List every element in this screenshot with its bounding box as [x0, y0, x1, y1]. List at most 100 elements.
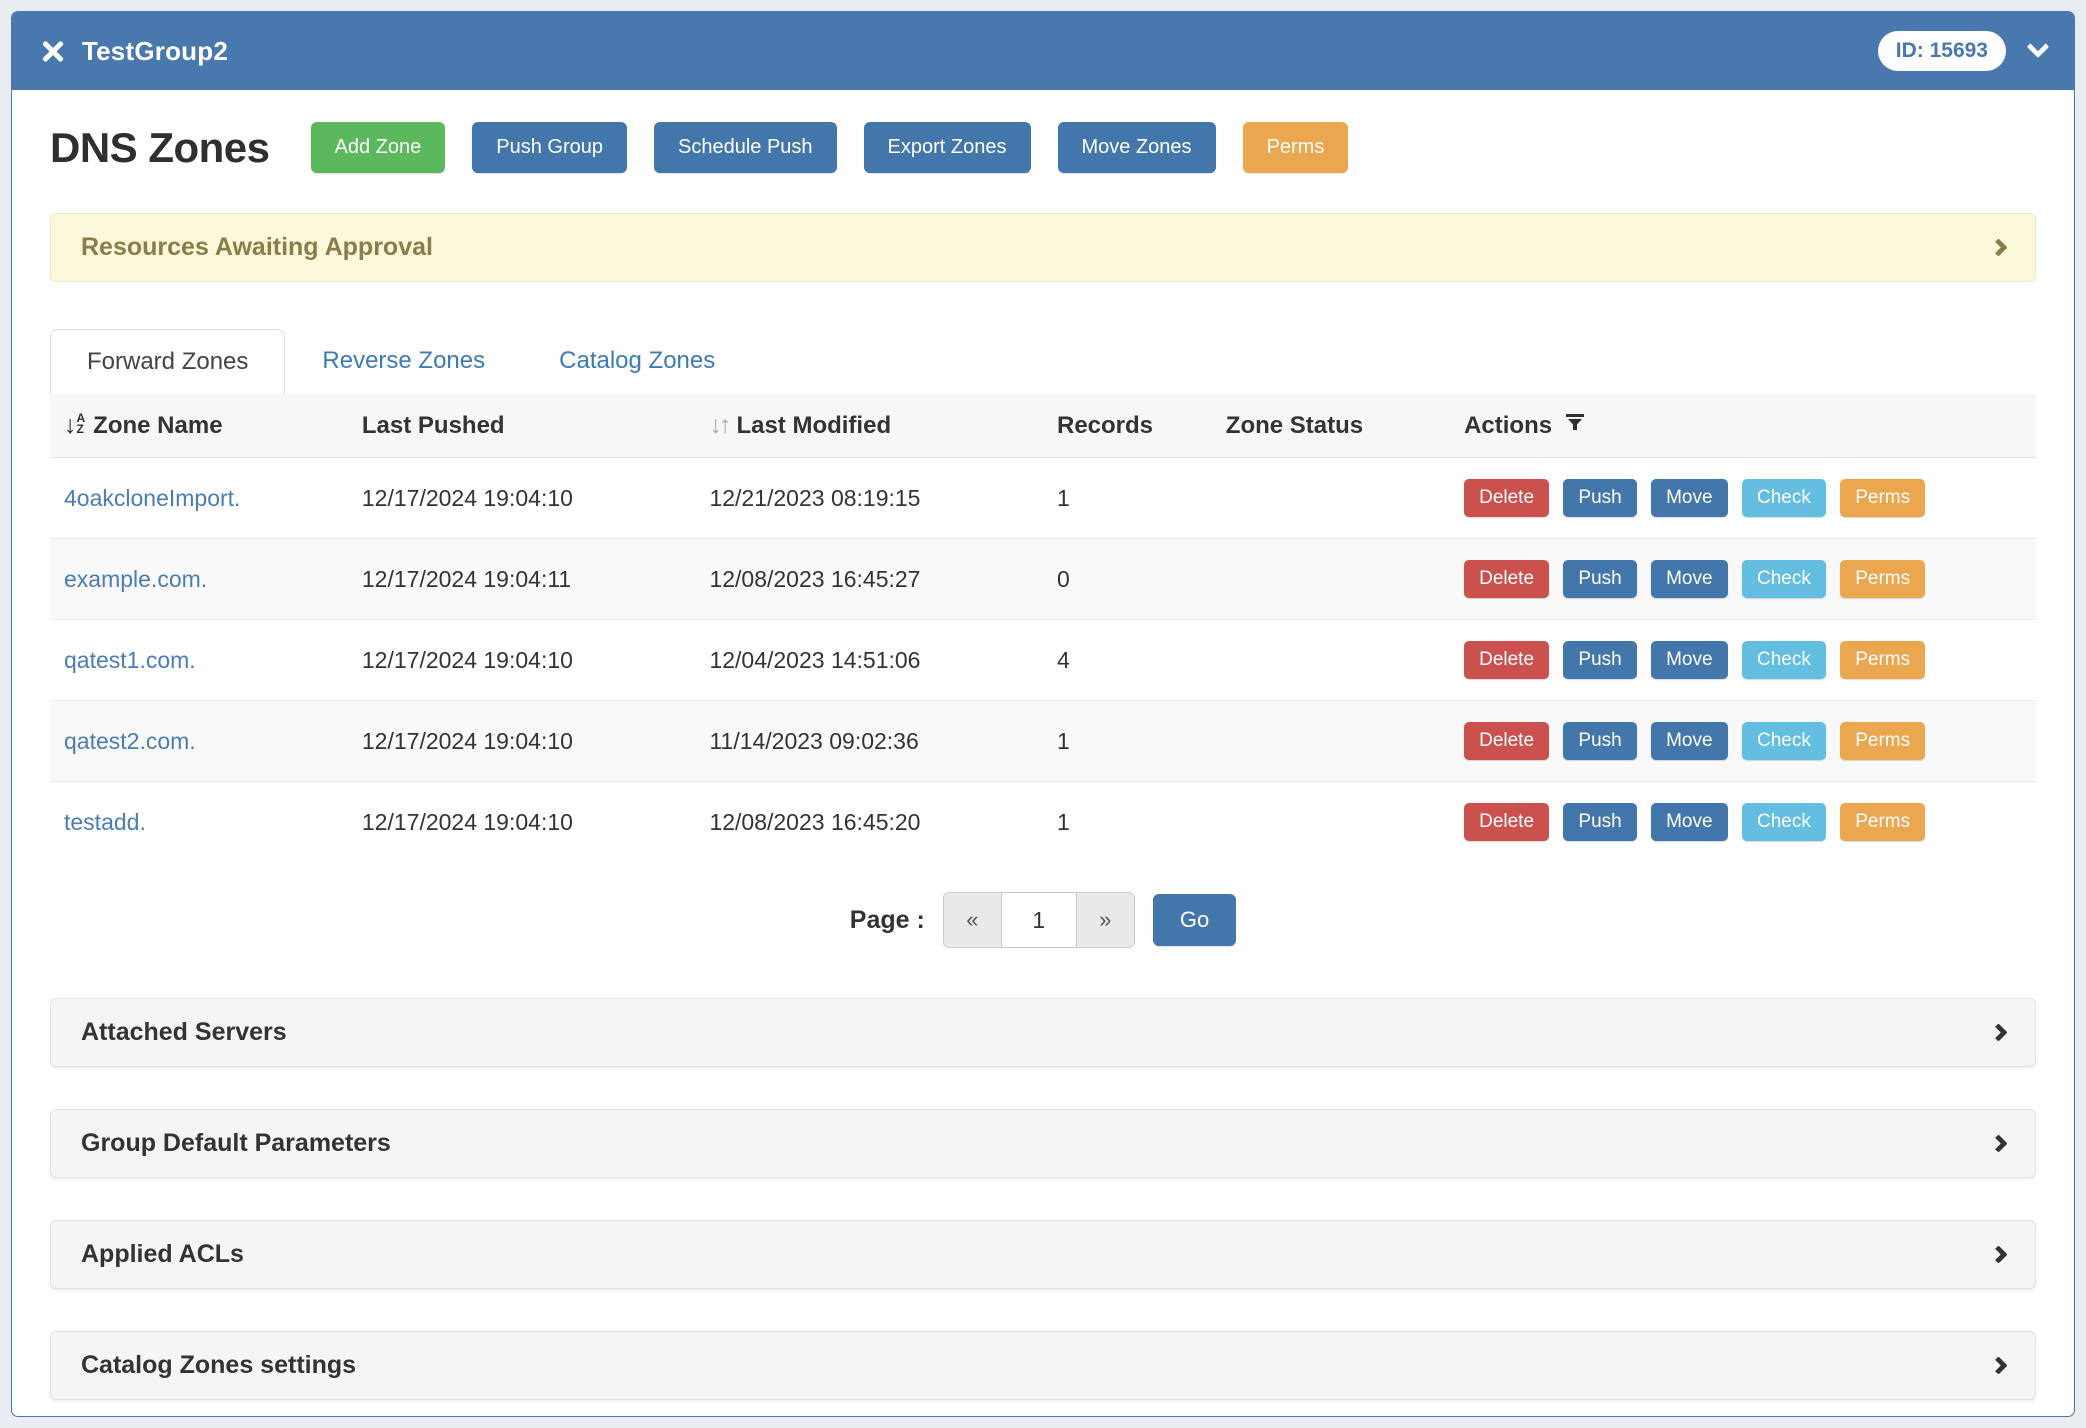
actions-cell: Delete Push Move Check Perms	[1450, 539, 2036, 620]
last-pushed-cell: 12/17/2024 19:04:10	[348, 620, 696, 701]
sort-updown-icon[interactable]	[709, 411, 728, 440]
column-header-zone-status: Zone Status	[1212, 394, 1450, 458]
tab-forward-zones[interactable]: Forward Zones	[50, 329, 285, 394]
column-header-records: Records	[1043, 394, 1212, 458]
banner-label: Resources Awaiting Approval	[81, 233, 433, 262]
actions-cell: Delete Push Move Check Perms	[1450, 620, 2036, 701]
resources-awaiting-approval-panel[interactable]: Resources Awaiting Approval	[50, 213, 2036, 282]
delete-button[interactable]: Delete	[1464, 560, 1549, 598]
perms-button[interactable]: Perms	[1840, 722, 1925, 760]
zone-status-cell	[1212, 782, 1450, 863]
attached-servers-panel[interactable]: Attached Servers	[50, 998, 2036, 1067]
push-button[interactable]: Push	[1563, 560, 1636, 598]
last-pushed-cell: 12/17/2024 19:04:11	[348, 539, 696, 620]
move-button[interactable]: Move	[1651, 560, 1727, 598]
move-button[interactable]: Move	[1651, 722, 1727, 760]
panel-label: Attached Servers	[81, 1018, 287, 1047]
chevron-right-icon	[1989, 238, 2007, 256]
toolbar: DNS Zones Add Zone Push Group Schedule P…	[50, 122, 2036, 173]
zone-name-link[interactable]: testadd.	[64, 809, 146, 835]
last-modified-cell: 12/04/2023 14:51:06	[695, 620, 1043, 701]
close-icon[interactable]	[40, 38, 66, 64]
panel-label: Catalog Zones settings	[81, 1351, 356, 1380]
group-card: TestGroup2 ID: 15693 DNS Zones Add Zone …	[11, 11, 2075, 1417]
zone-status-cell	[1212, 701, 1450, 782]
chevron-down-icon[interactable]	[2027, 35, 2050, 58]
zone-status-cell	[1212, 458, 1450, 539]
zone-status-cell	[1212, 539, 1450, 620]
table-header-row: Zone Name Last Pushed Last Modified Reco…	[50, 394, 2036, 458]
perms-button[interactable]: Perms	[1243, 122, 1349, 173]
schedule-push-button[interactable]: Schedule Push	[654, 122, 837, 173]
last-pushed-cell: 12/17/2024 19:04:10	[348, 782, 696, 863]
delete-button[interactable]: Delete	[1464, 722, 1549, 760]
next-page-button[interactable]: »	[1076, 893, 1134, 947]
move-button[interactable]: Move	[1651, 479, 1727, 517]
check-button[interactable]: Check	[1742, 641, 1826, 679]
push-button[interactable]: Push	[1563, 803, 1636, 841]
catalog-zones-settings-panel[interactable]: Catalog Zones settings	[50, 1331, 2036, 1400]
column-header-zone-name[interactable]: Zone Name	[50, 394, 348, 458]
chevron-right-icon	[1989, 1356, 2007, 1374]
page-number-input[interactable]	[1002, 893, 1076, 947]
check-button[interactable]: Check	[1742, 560, 1826, 598]
tab-catalog-zones[interactable]: Catalog Zones	[522, 328, 752, 394]
actions-cell: Delete Push Move Check Perms	[1450, 458, 2036, 539]
records-cell: 1	[1043, 782, 1212, 863]
last-pushed-cell: 12/17/2024 19:04:10	[348, 701, 696, 782]
check-button[interactable]: Check	[1742, 479, 1826, 517]
sort-alpha-icon[interactable]	[64, 411, 85, 440]
check-button[interactable]: Check	[1742, 722, 1826, 760]
go-button[interactable]: Go	[1153, 894, 1236, 946]
last-pushed-cell: 12/17/2024 19:04:10	[348, 458, 696, 539]
perms-button[interactable]: Perms	[1840, 560, 1925, 598]
delete-button[interactable]: Delete	[1464, 803, 1549, 841]
zone-tabs: Forward Zones Reverse Zones Catalog Zone…	[50, 328, 2036, 394]
move-button[interactable]: Move	[1651, 803, 1727, 841]
page-title: DNS Zones	[50, 124, 270, 172]
records-cell: 0	[1043, 539, 1212, 620]
move-zones-button[interactable]: Move Zones	[1058, 122, 1216, 173]
records-cell: 4	[1043, 620, 1212, 701]
id-badge: ID: 15693	[1878, 31, 2006, 71]
delete-button[interactable]: Delete	[1464, 479, 1549, 517]
zones-table: Zone Name Last Pushed Last Modified Reco…	[50, 394, 2036, 862]
column-header-last-pushed: Last Pushed	[348, 394, 696, 458]
table-row: 4oakcloneImport. 12/17/2024 19:04:10 12/…	[50, 458, 2036, 539]
applied-acls-panel[interactable]: Applied ACLs	[50, 1220, 2036, 1289]
push-button[interactable]: Push	[1563, 722, 1636, 760]
last-modified-cell: 11/14/2023 09:02:36	[695, 701, 1043, 782]
prev-page-button[interactable]: «	[944, 893, 1002, 947]
records-cell: 1	[1043, 458, 1212, 539]
column-header-actions: Actions	[1450, 394, 2036, 458]
page-label: Page :	[850, 906, 925, 935]
zone-name-link[interactable]: qatest2.com.	[64, 728, 196, 754]
check-button[interactable]: Check	[1742, 803, 1826, 841]
perms-button[interactable]: Perms	[1840, 479, 1925, 517]
zone-name-link[interactable]: example.com.	[64, 566, 207, 592]
perms-button[interactable]: Perms	[1840, 803, 1925, 841]
records-cell: 1	[1043, 701, 1212, 782]
table-row: qatest2.com. 12/17/2024 19:04:10 11/14/2…	[50, 701, 2036, 782]
table-row: example.com. 12/17/2024 19:04:11 12/08/2…	[50, 539, 2036, 620]
group-default-parameters-panel[interactable]: Group Default Parameters	[50, 1109, 2036, 1178]
export-zones-button[interactable]: Export Zones	[864, 122, 1031, 173]
move-button[interactable]: Move	[1651, 641, 1727, 679]
perms-button[interactable]: Perms	[1840, 641, 1925, 679]
group-title: TestGroup2	[82, 36, 228, 67]
push-group-button[interactable]: Push Group	[472, 122, 627, 173]
zone-name-link[interactable]: qatest1.com.	[64, 647, 196, 673]
pagination: Page : « » Go	[50, 892, 2036, 948]
group-header: TestGroup2 ID: 15693	[12, 12, 2074, 90]
column-header-last-modified[interactable]: Last Modified	[695, 394, 1043, 458]
tab-reverse-zones[interactable]: Reverse Zones	[285, 328, 522, 394]
delete-button[interactable]: Delete	[1464, 641, 1549, 679]
add-zone-button[interactable]: Add Zone	[311, 122, 446, 173]
last-modified-cell: 12/21/2023 08:19:15	[695, 458, 1043, 539]
panel-label: Applied ACLs	[81, 1240, 244, 1269]
push-button[interactable]: Push	[1563, 479, 1636, 517]
zone-name-link[interactable]: 4oakcloneImport.	[64, 485, 240, 511]
last-modified-cell: 12/08/2023 16:45:27	[695, 539, 1043, 620]
push-button[interactable]: Push	[1563, 641, 1636, 679]
filter-icon[interactable]	[1564, 411, 1586, 440]
